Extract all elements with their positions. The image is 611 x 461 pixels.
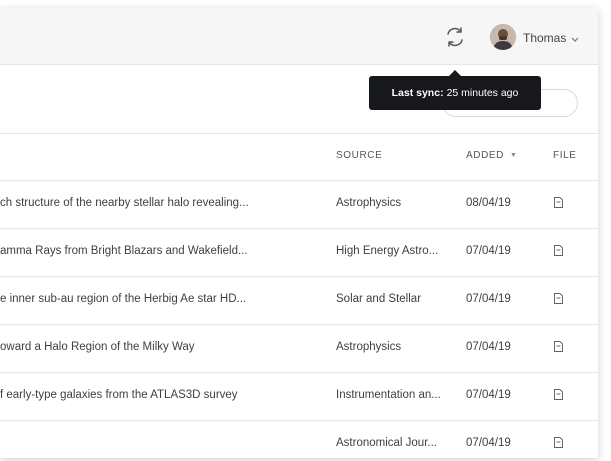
avatar[interactable] (490, 24, 516, 50)
file-icon[interactable] (553, 244, 567, 260)
library-panel: Thomas Last sync: 25 minutes ago SOURCE … (0, 8, 598, 458)
tooltip-label: Last sync: (391, 87, 444, 99)
row-added: 07/04/19 (466, 341, 511, 353)
file-icon[interactable] (553, 436, 567, 452)
sort-descending-icon: ▼ (510, 152, 518, 159)
top-bar: Thomas (0, 8, 598, 65)
column-header-source[interactable]: SOURCE (336, 150, 382, 161)
row-title[interactable]: e inner sub-au region of the Herbig Ae s… (0, 293, 310, 305)
chevron-down-icon (570, 33, 580, 43)
file-icon[interactable] (553, 196, 567, 212)
row-title[interactable]: ch structure of the nearby stellar halo … (0, 197, 310, 209)
row-source: Astrophysics (336, 197, 402, 209)
table-row[interactable]: Astronomical Jour... 07/04/19 (0, 421, 598, 458)
row-title[interactable]: oward a Halo Region of the Milky Way (0, 341, 310, 353)
table-row[interactable]: amma Rays from Bright Blazars and Wakefi… (0, 229, 598, 277)
column-header-file[interactable]: FILE (553, 150, 577, 161)
row-title[interactable]: f early-type galaxies from the ATLAS3D s… (0, 389, 310, 401)
table-row[interactable]: oward a Halo Region of the Milky Way Ast… (0, 325, 598, 373)
user-menu[interactable]: Thomas (523, 29, 580, 47)
row-source: Astronomical Jour... (336, 437, 437, 449)
row-title[interactable]: amma Rays from Bright Blazars and Wakefi… (0, 245, 310, 257)
row-added: 07/04/19 (466, 389, 511, 401)
tooltip-value: 25 minutes ago (446, 87, 519, 99)
row-source: Instrumentation an... (336, 389, 441, 401)
sync-tooltip: Last sync: 25 minutes ago (369, 70, 541, 110)
row-source: Solar and Stellar (336, 293, 422, 305)
file-icon[interactable] (553, 292, 567, 308)
user-name: Thomas (523, 31, 567, 45)
row-added: 07/04/19 (466, 293, 511, 305)
table-row[interactable]: e inner sub-au region of the Herbig Ae s… (0, 277, 598, 325)
table-row[interactable]: ch structure of the nearby stellar halo … (0, 181, 598, 229)
file-icon[interactable] (553, 340, 567, 356)
row-added: 07/04/19 (466, 245, 511, 257)
table-header: SOURCE ADDED ▼ FILE (0, 134, 598, 181)
column-header-added[interactable]: ADDED ▼ (466, 150, 518, 161)
row-added: 08/04/19 (466, 197, 511, 209)
table-row[interactable]: f early-type galaxies from the ATLAS3D s… (0, 373, 598, 421)
row-source: Astrophysics (336, 341, 402, 353)
row-added: 07/04/19 (466, 437, 511, 449)
row-source: High Energy Astro... (336, 245, 439, 257)
refresh-icon[interactable] (443, 25, 467, 49)
file-icon[interactable] (553, 388, 567, 404)
table-body: ch structure of the nearby stellar halo … (0, 181, 598, 458)
